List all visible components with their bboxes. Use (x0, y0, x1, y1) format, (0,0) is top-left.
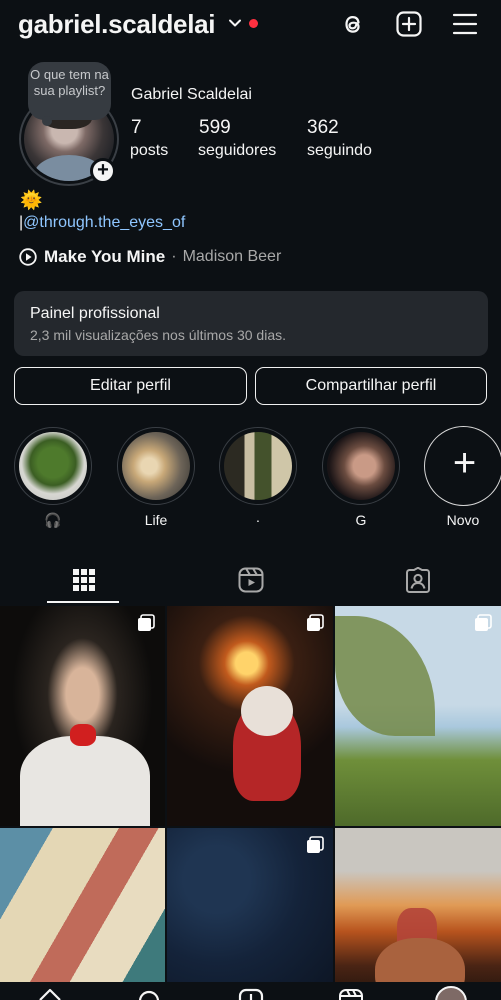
multiple-photos-icon (307, 614, 324, 631)
grid-icon (72, 569, 95, 591)
multiple-photos-icon (138, 614, 155, 631)
highlight-label: G (355, 512, 367, 528)
threads-icon[interactable] (339, 10, 367, 38)
music-title: Make You Mine (44, 247, 166, 266)
posts-count[interactable]: 7 (131, 117, 142, 139)
panel-subtitle: 2,3 mil visualizações nos últimos 30 dia… (30, 327, 287, 343)
post-thumbnail[interactable] (335, 606, 501, 826)
profile-tabs (0, 557, 501, 605)
followers-label[interactable]: seguidores (198, 142, 276, 160)
profile-nav-avatar[interactable] (435, 986, 467, 1000)
highlight-item[interactable] (117, 427, 195, 505)
highlight-label-new: Novo (446, 512, 480, 528)
highlight-label: 🎧 (44, 512, 62, 528)
reels-nav-icon[interactable] (338, 988, 364, 1000)
active-tab-indicator (47, 601, 119, 603)
post-thumbnail[interactable] (0, 606, 165, 826)
username-title[interactable]: gabriel.scaldelai (18, 9, 216, 40)
edit-profile-button[interactable]: Editar perfil (14, 367, 247, 405)
reels-icon (238, 567, 263, 593)
post-thumbnail[interactable] (335, 828, 501, 1000)
play-icon (19, 248, 37, 266)
bio-handle-link[interactable]: @through.the_eyes_of (23, 214, 185, 231)
notification-dot (249, 19, 258, 28)
add-story-icon[interactable]: + (90, 158, 116, 184)
create-icon[interactable] (238, 988, 264, 1000)
professional-dashboard[interactable]: Painel profissional 2,3 mil visualizaçõe… (14, 291, 488, 356)
home-icon[interactable] (38, 988, 62, 1000)
following-count[interactable]: 362 (307, 117, 339, 139)
highlight-item[interactable] (219, 427, 297, 505)
tab-tagged[interactable] (334, 557, 501, 603)
new-post-icon[interactable] (395, 10, 423, 38)
post-thumbnail[interactable] (0, 828, 165, 1000)
tab-reels[interactable] (167, 557, 334, 603)
followers-count[interactable]: 599 (199, 117, 231, 139)
tab-grid[interactable] (0, 557, 167, 603)
multiple-photos-icon (307, 836, 324, 853)
post-thumbnail[interactable] (167, 606, 333, 826)
share-profile-button[interactable]: Compartilhar perfil (255, 367, 487, 405)
bio-emoji: 🌞 (20, 190, 43, 210)
bio-line: |@through.the_eyes_of (19, 214, 186, 231)
multiple-photos-icon (475, 614, 492, 631)
profile-music[interactable]: Make You Mine · Madison Beer (19, 247, 281, 267)
bottom-nav (0, 982, 501, 1000)
chevron-down-icon[interactable] (228, 16, 242, 30)
panel-title: Painel profissional (30, 305, 160, 322)
posts-label[interactable]: posts (130, 142, 168, 160)
highlight-item[interactable] (322, 427, 400, 505)
full-name: Gabriel Scaldelai (131, 86, 252, 103)
highlight-item[interactable] (14, 427, 92, 505)
tagged-icon (405, 567, 430, 593)
top-bar: gabriel.scaldelai (0, 0, 501, 52)
menu-icon[interactable] (451, 10, 479, 38)
music-separator: · (171, 248, 177, 265)
highlight-label: · (255, 512, 261, 528)
search-icon[interactable] (137, 988, 161, 1000)
post-thumbnail[interactable] (167, 828, 333, 1000)
new-highlight-button[interactable]: + (424, 426, 501, 506)
note-text: O que tem na sua playlist? (30, 67, 109, 98)
highlight-label: Life (144, 512, 168, 528)
following-label[interactable]: seguindo (307, 142, 372, 160)
plus-icon: + (452, 441, 477, 485)
music-artist: Madison Beer (182, 248, 282, 265)
posts-grid (0, 606, 501, 1000)
